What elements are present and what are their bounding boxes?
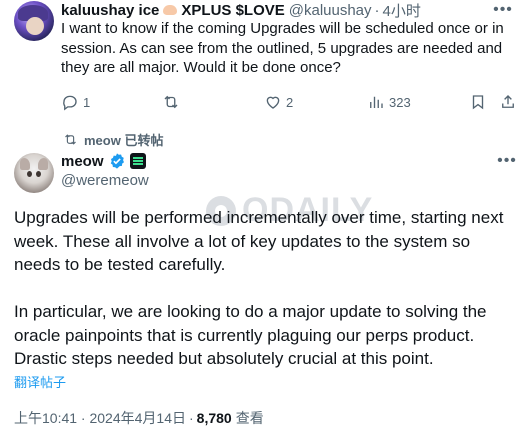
comment-icon	[63, 95, 77, 111]
translate-post-link[interactable]: 翻译帖子	[14, 372, 66, 391]
avatar-eye-right	[36, 171, 41, 177]
tweet-meta: 上午10:41 · 2024年4月14日 · 8,780 查看	[14, 408, 264, 428]
view-count: 323	[389, 94, 411, 110]
bookmark-button[interactable]	[469, 91, 487, 113]
views-button[interactable]: 323	[367, 91, 411, 113]
view-count: 8,780	[196, 410, 232, 426]
verified-icon[interactable]	[108, 152, 126, 170]
reply-count: 1	[83, 94, 91, 110]
reply-button[interactable]: 1	[61, 91, 90, 113]
avatar[interactable]	[14, 1, 54, 41]
user-handle[interactable]: @weremeow	[61, 172, 149, 189]
display-name-suffix[interactable]: XPLUS $LOVE	[181, 2, 284, 19]
display-name[interactable]: kaluushay ice	[61, 2, 159, 19]
heart-icon	[266, 96, 280, 109]
repost-icon	[164, 95, 178, 109]
more-icon[interactable]: •••	[497, 151, 517, 171]
share-icon	[502, 95, 514, 108]
action-bar: 1 2 323	[61, 91, 517, 113]
repost-label[interactable]: meow 已转帖	[63, 131, 164, 148]
timestamp[interactable]: 4小时	[383, 0, 421, 21]
affiliate-badge-icon[interactable]	[129, 153, 146, 169]
user-handle[interactable]: @kaluushay	[289, 2, 372, 19]
separator-dot: ·	[374, 1, 380, 19]
avatar-ear-left	[20, 158, 30, 170]
timestamp[interactable]: 上午10:41 · 2024年4月14日	[14, 408, 186, 428]
avatar-face	[26, 17, 44, 35]
avatar[interactable]	[14, 153, 54, 193]
like-button[interactable]: 2	[264, 91, 293, 113]
avatar-eye-left	[27, 171, 32, 177]
views-label: 查看	[235, 410, 264, 426]
share-button[interactable]	[499, 91, 517, 113]
reply-tweet-header: kaluushay ice XPLUS $LOVE @kaluushay · 4…	[61, 0, 421, 20]
repost-icon	[65, 133, 76, 145]
reply-tweet[interactable]: kaluushay ice XPLUS $LOVE @kaluushay · 4…	[0, 0, 531, 125]
repost-button[interactable]	[162, 91, 184, 113]
like-count: 2	[286, 94, 294, 110]
flexed-arm-emoji-icon	[162, 3, 178, 17]
more-icon[interactable]: •••	[493, 0, 513, 20]
avatar-ear-right	[38, 158, 48, 170]
display-name[interactable]: meow	[61, 153, 104, 170]
separator-dot: ·	[188, 410, 194, 426]
tweet-text: Upgrades will be performed incrementally…	[14, 206, 519, 371]
repost-label-text: meow 已转帖	[84, 132, 164, 148]
main-tweet-author: meow	[61, 151, 146, 171]
analytics-icon	[370, 96, 383, 108]
tweet-text: I want to know if the coming Upgrades wi…	[61, 20, 504, 76]
tweet-paragraph: Upgrades will be performed incrementally…	[14, 208, 504, 274]
tweet-paragraph: In particular, we are looking to do a ma…	[14, 302, 487, 368]
bookmark-icon	[472, 95, 484, 110]
